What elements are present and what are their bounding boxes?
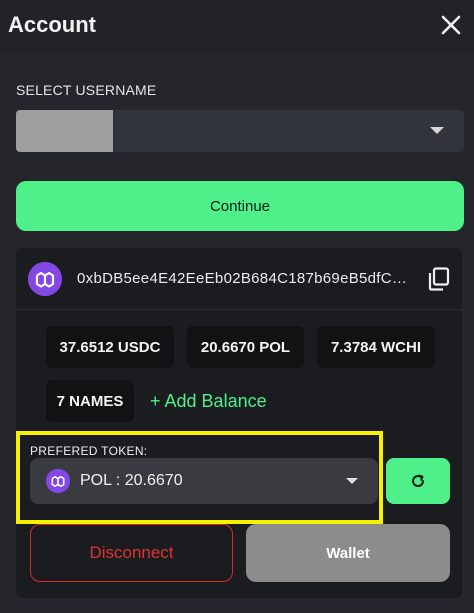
close-icon[interactable] — [438, 12, 464, 38]
wallet-button[interactable]: Wallet — [246, 524, 450, 582]
username-select[interactable] — [16, 110, 464, 152]
balance-chip-usdc: 37.6512 USDC — [46, 326, 174, 368]
copy-icon[interactable] — [428, 267, 450, 291]
chevron-down-icon — [430, 127, 444, 134]
chevron-down-icon — [346, 478, 358, 484]
preferred-token-label: PREFERED TOKEN: — [30, 444, 148, 458]
polygon-logo-icon — [28, 262, 62, 296]
modal-header: Account — [0, 0, 474, 52]
continue-button[interactable]: Continue — [16, 181, 464, 231]
polygon-logo-icon — [46, 469, 70, 493]
account-card: 0xbDB5ee4E42EeEb02B684C187b69eB5dfCb… 37… — [16, 248, 462, 598]
add-balance-link[interactable]: + Add Balance — [150, 391, 267, 412]
preferred-token-value: POL : 20.6670 — [80, 472, 183, 489]
refresh-button[interactable] — [386, 458, 450, 504]
disconnect-button[interactable]: Disconnect — [30, 524, 233, 582]
wallet-address: 0xbDB5ee4E42EeEb02B684C187b69eB5dfCb… — [77, 270, 409, 287]
balance-chip-wchi: 7.3784 WCHI — [317, 326, 435, 368]
balance-chip-names: 7 NAMES — [46, 380, 134, 422]
address-row: 0xbDB5ee4E42EeEb02B684C187b69eB5dfCb… — [28, 262, 450, 296]
divider — [16, 309, 462, 310]
refresh-icon — [412, 474, 425, 487]
preferred-token-select[interactable]: POL : 20.6670 — [30, 458, 378, 504]
balance-chip-pol: 20.6670 POL — [187, 326, 304, 368]
modal-title: Account — [8, 12, 96, 37]
username-redacted-value — [16, 110, 113, 152]
select-username-label: SELECT USERNAME — [16, 82, 157, 98]
